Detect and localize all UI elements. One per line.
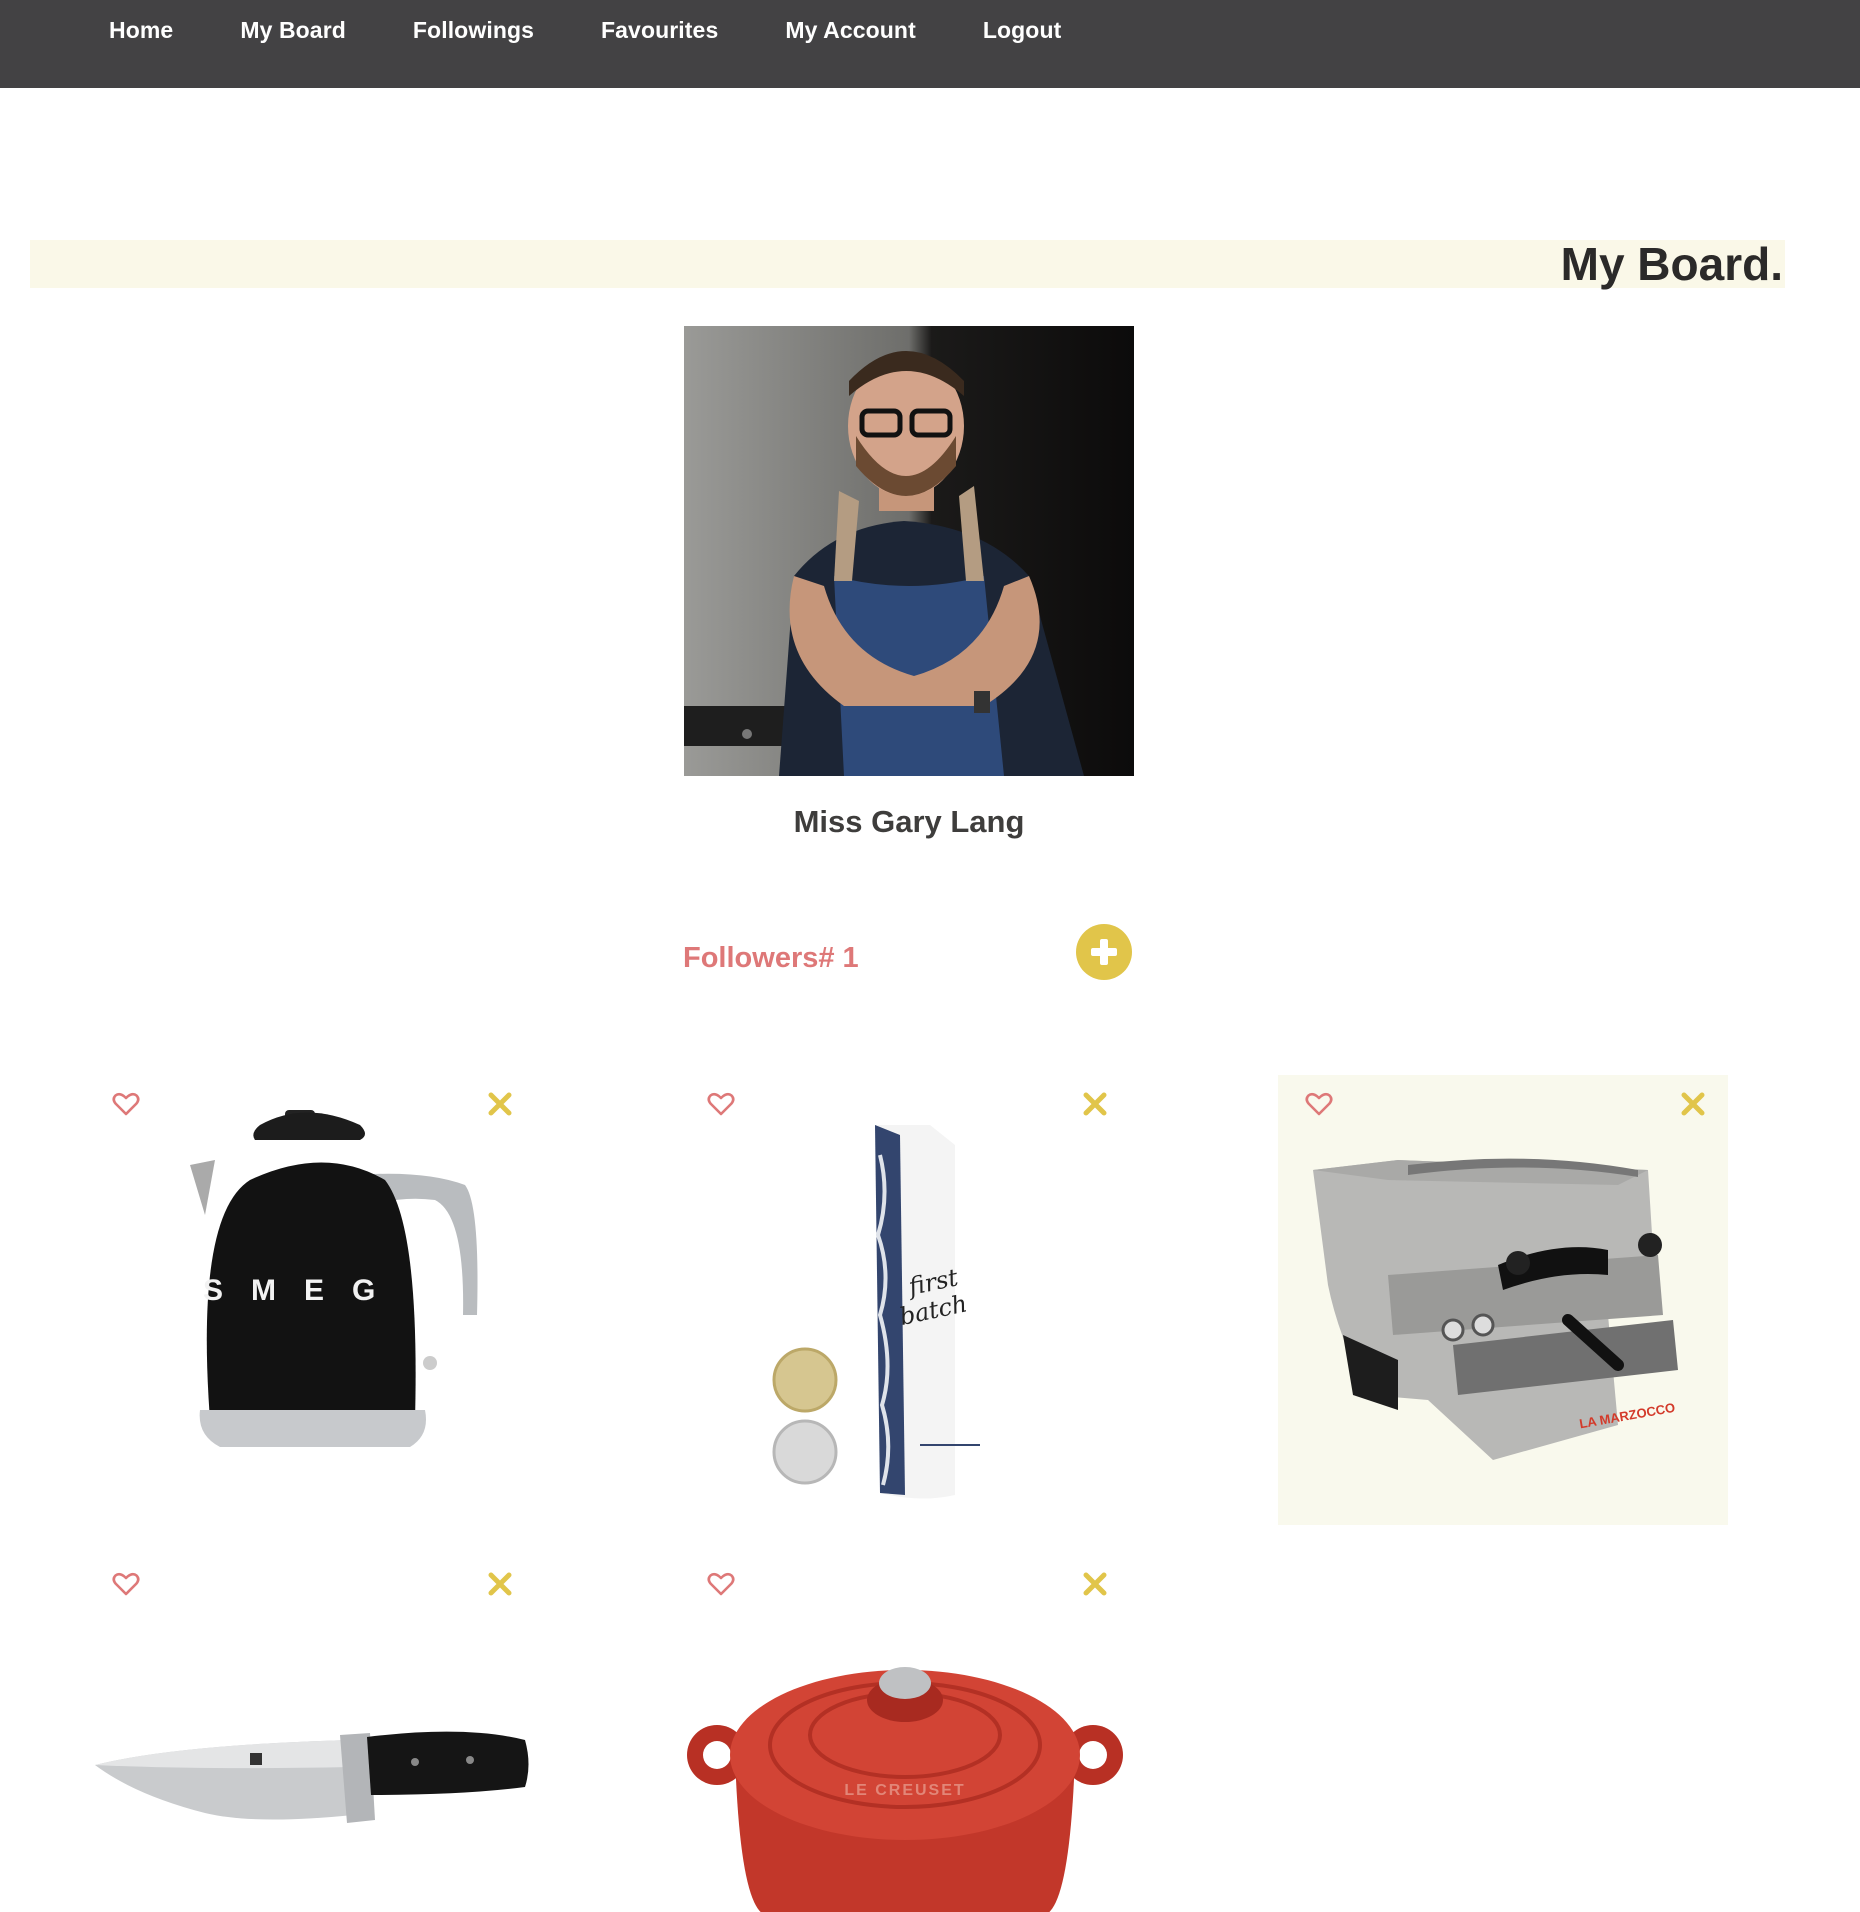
chef-knife-image <box>95 1731 529 1823</box>
profile-name: Miss Gary Lang <box>793 804 1025 839</box>
nav-my-account[interactable]: My Account <box>785 17 916 44</box>
nav-my-board[interactable]: My Board <box>240 17 346 44</box>
nav-home[interactable]: Home <box>109 17 173 44</box>
nav-logout[interactable]: Logout <box>983 17 1062 44</box>
avatar <box>684 326 1134 776</box>
plus-circle-icon <box>1091 939 1117 965</box>
heart-outline-icon[interactable] <box>1304 1089 1334 1119</box>
cast-iron-pot-image: LE CREUSET <box>687 1667 1123 1912</box>
page-title-bar: My Board. <box>30 238 1785 290</box>
heart-outline-icon[interactable] <box>706 1089 736 1119</box>
product-card: LE CREUSET <box>680 1555 1130 1912</box>
product-card <box>85 1555 535 1912</box>
close-x-icon[interactable] <box>485 1089 515 1119</box>
kettle-image: SMEG <box>190 1110 478 1447</box>
close-x-icon[interactable] <box>1080 1089 1110 1119</box>
nav-followings[interactable]: Followings <box>413 17 534 44</box>
heart-outline-icon[interactable] <box>111 1569 141 1599</box>
product-card: LA MARZOCCO <box>1278 1075 1728 1525</box>
close-x-icon[interactable] <box>1080 1569 1110 1599</box>
heart-outline-icon[interactable] <box>111 1089 141 1119</box>
svg-text:SMEG: SMEG <box>203 1274 403 1307</box>
follow-button[interactable] <box>1076 924 1132 980</box>
heart-outline-icon[interactable] <box>706 1569 736 1599</box>
followers-count[interactable]: Followers# 1 <box>683 942 859 975</box>
product-card: SMEG <box>85 1075 535 1525</box>
coffee-bag-image: first batch <box>772 1125 980 1499</box>
espresso-machine-image: LA MARZOCCO <box>1313 1158 1678 1460</box>
top-navigation: Home My Board Followings Favourites My A… <box>0 0 1860 88</box>
close-x-icon[interactable] <box>1678 1089 1708 1119</box>
close-x-icon[interactable] <box>485 1569 515 1599</box>
page-title: My Board. <box>1560 238 1783 290</box>
svg-text:LE CREUSET: LE CREUSET <box>844 1782 965 1799</box>
nav-favourites[interactable]: Favourites <box>601 17 718 44</box>
product-card: first batch <box>680 1075 1130 1525</box>
